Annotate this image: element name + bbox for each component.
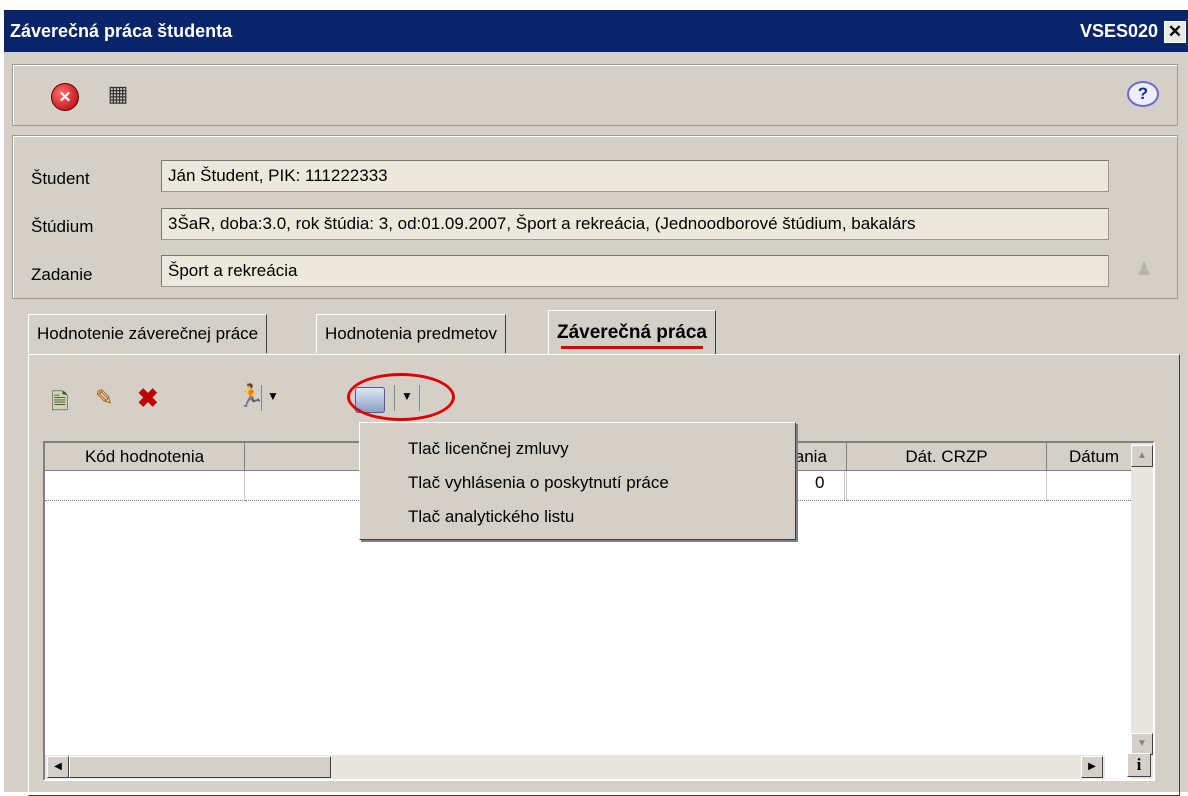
active-tab-underline	[561, 346, 703, 349]
highlight-circle	[347, 373, 455, 421]
window-title: Záverečná práca študenta	[10, 21, 233, 41]
tab-label: Hodnotenie záverečnej práce	[37, 324, 259, 343]
scroll-down-icon[interactable]: ▼	[1131, 733, 1153, 755]
column-header[interactable]: Kód hodnotenia	[45, 443, 245, 471]
separator	[261, 385, 262, 411]
database-icon[interactable]: ▦	[105, 81, 131, 107]
student-label: Študent	[31, 169, 90, 188]
help-bubble: ?	[1127, 81, 1159, 107]
edit-pencil-icon[interactable]: ✎	[95, 385, 113, 411]
menu-item-license-agreement[interactable]: Tlač licenčnej zmluvy	[408, 439, 569, 459]
tab-label: Hodnotenia predmetov	[325, 324, 498, 343]
table-cell[interactable]	[1047, 471, 1133, 501]
column-header[interactable]: Dátum	[1047, 443, 1133, 471]
vertical-scrollbar[interactable]: ▲ ▼	[1131, 443, 1153, 779]
table-cell[interactable]	[847, 471, 1047, 501]
delete-icon[interactable]: ✖	[137, 383, 159, 414]
scroll-right-icon[interactable]: ▶	[1081, 756, 1103, 778]
assignment-label: Zadanie	[31, 265, 93, 284]
title-bar: Záverečná práca študenta VSES020 ✕	[4, 10, 1188, 52]
close-icon[interactable]: ✕	[1164, 21, 1186, 43]
tab-label: Záverečná práca	[557, 322, 707, 343]
new-record-icon[interactable]: 🗎	[51, 385, 69, 423]
assignment-field[interactable]: Šport a rekreácia	[161, 255, 1109, 287]
main-toolbar: ✕ ▦ ?	[12, 64, 1178, 126]
study-label: Štúdium	[31, 217, 94, 236]
study-field[interactable]: 3ŠaR, doba:3.0, rok štúdia: 3, od:01.09.…	[161, 208, 1109, 240]
window: Záverečná práca študenta VSES020 ✕ ✕ ▦ ?…	[4, 10, 1188, 796]
menu-item-work-declaration[interactable]: Tlač vyhlásenia o poskytnutí práce	[408, 473, 669, 493]
horizontal-scrollbar[interactable]: ◀ ▶	[45, 755, 1105, 779]
tab-thesis-evaluation[interactable]: Hodnotenie záverečnej práce	[28, 314, 268, 353]
student-info-panel: Študent Ján Študent, PIK: 111222333 Štúd…	[12, 135, 1178, 299]
scroll-up-icon[interactable]: ▲	[1131, 445, 1153, 467]
cancel-icon[interactable]: ✕	[51, 83, 79, 111]
thesis-panel: 🗎 ✎ ✖ 🏃 ▼ ▼ Kód hodnotenia Ver lania Dát…	[28, 354, 1180, 796]
tab-course-evaluations[interactable]: Hodnotenia predmetov	[316, 314, 507, 353]
menu-item-analytical-sheet[interactable]: Tlač analytického listu	[408, 507, 574, 527]
column-header[interactable]: Dát. CRZP	[847, 443, 1047, 471]
student-field[interactable]: Ján Študent, PIK: 111222333	[161, 160, 1109, 192]
scroll-thumb[interactable]	[69, 756, 331, 778]
info-icon[interactable]: i	[1127, 753, 1151, 777]
chevron-down-icon[interactable]: ▼	[267, 389, 279, 403]
tab-thesis[interactable]: Záverečná práca	[548, 310, 716, 355]
person-icon[interactable]: ♟	[1136, 259, 1152, 280]
table-cell[interactable]	[45, 471, 245, 501]
help-icon[interactable]: ?	[1127, 79, 1159, 109]
print-dropdown-menu: Tlač licenčnej zmluvy Tlač vyhlásenia o …	[359, 422, 796, 540]
screen-code: VSES020	[1079, 21, 1158, 41]
scroll-left-icon[interactable]: ◀	[47, 756, 69, 778]
